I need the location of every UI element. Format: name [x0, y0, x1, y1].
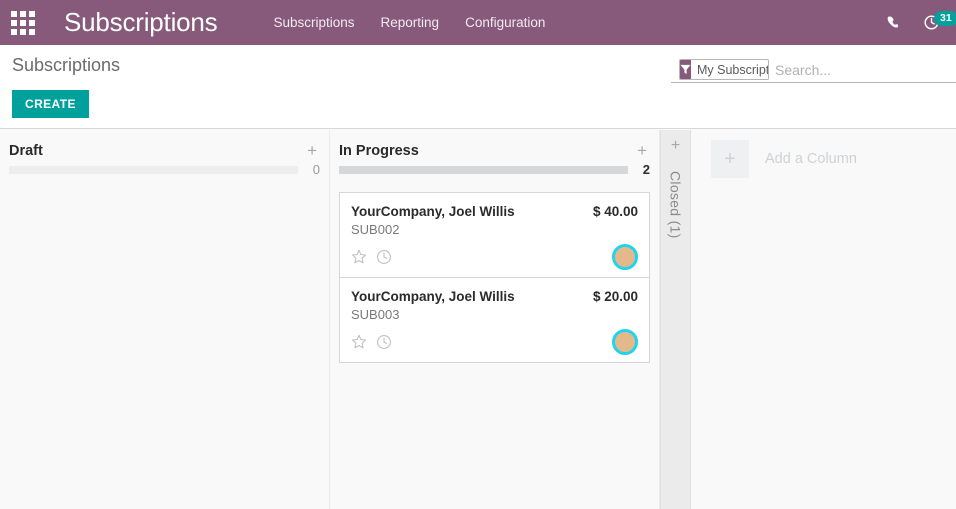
apps-menu-button[interactable]: [0, 0, 46, 45]
column-header: In Progress +: [339, 130, 650, 162]
page-title: Subscriptions: [12, 55, 121, 75]
card-reference: SUB002: [351, 222, 400, 237]
facet-filter-icon-block: [680, 60, 691, 79]
column-title: Draft: [9, 142, 43, 159]
add-column-plus-icon[interactable]: +: [711, 140, 749, 178]
menu-item-subscriptions[interactable]: Subscriptions: [273, 15, 354, 30]
column-progress-row: 0: [9, 162, 320, 185]
card-user-avatar[interactable]: [612, 244, 638, 270]
column-progress-bar[interactable]: [9, 165, 298, 174]
card-icon-group: [351, 334, 392, 350]
kanban-card[interactable]: YourCompany, Joel Willis $ 40.00 SUB002: [339, 192, 650, 277]
clock-outline-icon[interactable]: [376, 249, 392, 265]
card-amount: $ 40.00: [592, 204, 638, 219]
main-menu: Subscriptions Reporting Configuration: [273, 15, 545, 30]
control-panel: Subscriptions CREATE My Subscriptions ✖ …: [0, 45, 956, 152]
activity-count-badge: 31: [934, 11, 956, 26]
column-progress-row: 2: [339, 162, 650, 185]
card-user-avatar[interactable]: [612, 329, 638, 355]
app-brand-title[interactable]: Subscriptions: [64, 7, 218, 38]
column-cards: [9, 185, 320, 192]
kanban-board: Draft + 0 In Progress + 2 YourCompany, J…: [0, 130, 956, 509]
card-header: YourCompany, Joel Willis $ 20.00: [351, 289, 638, 304]
card-icon-group: [351, 249, 392, 265]
phone-button[interactable]: [886, 15, 901, 30]
filter-funnel-icon: [680, 64, 691, 75]
navbar-systray: 31: [886, 0, 956, 45]
column-cards: YourCompany, Joel Willis $ 40.00 SUB002: [339, 185, 650, 363]
add-column-label: Add a Column: [765, 151, 857, 167]
column-quick-add-button[interactable]: +: [304, 142, 320, 159]
star-outline-icon[interactable]: [351, 334, 367, 350]
folded-column-title: Closed (1): [667, 171, 684, 239]
column-quick-add-button[interactable]: +: [634, 142, 650, 159]
activity-menu-button[interactable]: 31: [923, 11, 956, 31]
kanban-column-draft: Draft + 0: [0, 130, 330, 509]
kanban-column-in-progress: In Progress + 2 YourCompany, Joel Willis…: [330, 130, 660, 509]
card-reference: SUB003: [351, 307, 400, 322]
card-partner-name: YourCompany, Joel Willis: [351, 289, 515, 304]
card-header: YourCompany, Joel Willis $ 40.00: [351, 204, 638, 219]
column-progress-bar[interactable]: [339, 165, 628, 174]
top-navbar: Subscriptions Subscriptions Reporting Co…: [0, 0, 956, 45]
kanban-column-closed-folded[interactable]: + Closed (1): [660, 130, 691, 509]
search-facet-my-subscriptions[interactable]: My Subscriptions ✖: [679, 59, 769, 80]
column-record-count: 0: [312, 162, 320, 177]
column-title: In Progress: [339, 142, 419, 159]
card-amount: $ 20.00: [592, 289, 638, 304]
apps-grid-icon: [11, 10, 35, 35]
menu-item-reporting[interactable]: Reporting: [381, 15, 440, 30]
search-input[interactable]: [775, 61, 956, 78]
column-record-count: 2: [642, 162, 650, 177]
add-column-zone: + Add a Column: [691, 130, 956, 509]
facet-label: My Subscriptions: [697, 62, 769, 77]
card-partner-name: YourCompany, Joel Willis: [351, 204, 515, 219]
folded-column-add-icon[interactable]: +: [671, 138, 680, 154]
create-button[interactable]: CREATE: [12, 90, 89, 118]
clock-outline-icon[interactable]: [376, 334, 392, 350]
add-column-button[interactable]: + Add a Column: [711, 140, 956, 178]
card-footer: [351, 329, 638, 355]
star-outline-icon[interactable]: [351, 249, 367, 265]
column-header: Draft +: [9, 130, 320, 162]
kanban-card[interactable]: YourCompany, Joel Willis $ 20.00 SUB003: [339, 277, 650, 363]
card-footer: [351, 244, 638, 270]
search-view: My Subscriptions ✖: [671, 57, 956, 83]
phone-icon: [887, 16, 899, 28]
menu-item-configuration[interactable]: Configuration: [465, 15, 545, 30]
